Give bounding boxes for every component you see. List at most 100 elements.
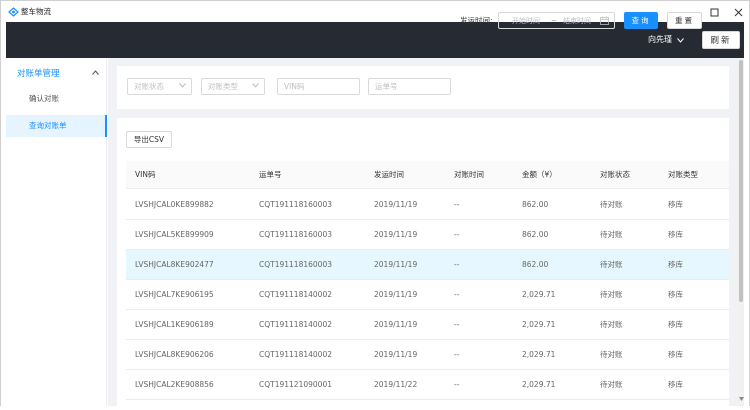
ship-time-label: 发运时间: xyxy=(460,16,493,25)
cell-status: 待对账 xyxy=(600,350,623,359)
table-row[interactable]: LVSHJCAL7KE906195 CQT191118140002 2019/1… xyxy=(126,280,729,310)
sidebar-item-label: 确认对账 xyxy=(29,94,59,103)
cell-amount: 2,029.71 xyxy=(522,320,556,329)
status-select-placeholder: 对账状态 xyxy=(134,82,164,91)
sidebar-item-query-statement[interactable]: 查询对账单 xyxy=(6,115,107,137)
column-header-status: 对账状态 xyxy=(600,170,630,179)
export-csv-button[interactable]: 导出CSV xyxy=(126,131,172,148)
cell-amount: 2,029.71 xyxy=(522,380,556,389)
cell-amount: 2,029.71 xyxy=(522,350,556,359)
cell-status: 待对账 xyxy=(600,230,623,239)
user-name: 向先瑾 xyxy=(648,35,672,44)
type-select[interactable]: 对账类型 xyxy=(201,78,265,95)
cell-waybill: CQT191118160003 xyxy=(259,230,332,239)
sidebar-group-statements[interactable]: 对账单管理 xyxy=(6,66,107,82)
date-range-separator: ~ xyxy=(551,17,557,25)
cell-type: 移库 xyxy=(668,230,683,239)
cell-waybill: CQT191118160003 xyxy=(259,260,332,269)
window-title: 整车物流 xyxy=(21,7,51,16)
cell-waybill: CQT191118160003 xyxy=(259,200,332,209)
cell-ship-time: 2019/11/19 xyxy=(374,320,418,329)
waybill-input-placeholder: 运单号 xyxy=(375,82,398,91)
column-header-vin: VIN码 xyxy=(135,170,156,179)
cell-ship-time: 2019/11/19 xyxy=(374,200,418,209)
scrollbar-thumb[interactable] xyxy=(739,60,743,302)
chevron-down-icon xyxy=(677,37,684,43)
cell-amount: 862.00 xyxy=(522,260,549,269)
cell-vin: LVSHJCAL8KE906206 xyxy=(135,350,214,359)
cell-amount: 862.00 xyxy=(522,230,549,239)
cell-reconcile-time: -- xyxy=(454,380,460,389)
column-header-waybill: 运单号 xyxy=(259,170,282,179)
column-header-reconcile-time: 对账时间 xyxy=(454,170,484,179)
table-row[interactable]: LVSHJCAL2KE908856 CQT191121090001 2019/1… xyxy=(126,370,729,400)
column-header-ship-time: 发运时间 xyxy=(374,170,404,179)
cell-status: 待对账 xyxy=(600,290,623,299)
cell-vin: LVSHJCAL7KE906195 xyxy=(135,290,214,299)
cell-type: 移库 xyxy=(668,200,683,209)
cell-status: 待对账 xyxy=(600,260,623,269)
close-button[interactable] xyxy=(727,5,749,19)
cell-type: 移库 xyxy=(668,380,683,389)
reset-button[interactable]: 重置 xyxy=(667,12,702,29)
sidebar-item-label: 查询对账单 xyxy=(29,121,67,130)
cell-reconcile-time: -- xyxy=(454,200,460,209)
query-button[interactable]: 查询 xyxy=(624,12,658,29)
table-row-highlighted[interactable]: LVSHJCAL8KE902477 CQT191118160003 2019/1… xyxy=(126,250,729,280)
table-row[interactable]: LVSHJCAL5KE899909 CQT191118160003 2019/1… xyxy=(126,220,729,250)
cell-vin: LVSHJCAL8KE902477 xyxy=(135,260,214,269)
table-row[interactable]: LVSHJCAL0KE899882 CQT191118160003 2019/1… xyxy=(126,190,729,220)
table-row[interactable]: LVSHJCAL8KE906206 CQT191118140002 2019/1… xyxy=(126,340,729,370)
maximize-icon xyxy=(710,8,718,16)
cell-ship-time: 2019/11/22 xyxy=(374,380,418,389)
cell-type: 移库 xyxy=(668,290,683,299)
cell-amount: 862.00 xyxy=(522,200,549,209)
cell-ship-time: 2019/11/19 xyxy=(374,230,418,239)
ship-date-range-picker[interactable]: 开始时间 ~ 结束时间 xyxy=(498,12,615,29)
cell-reconcile-time: -- xyxy=(454,260,460,269)
cell-ship-time: 2019/11/19 xyxy=(374,290,418,299)
sidebar: 对账单管理 确认对账 查询对账单 xyxy=(6,58,107,410)
cell-status: 待对账 xyxy=(600,320,623,329)
vin-input[interactable]: VIN码 xyxy=(277,78,360,95)
cell-reconcile-time: -- xyxy=(454,350,460,359)
chevron-up-icon xyxy=(92,70,99,75)
calendar-icon xyxy=(600,16,609,25)
filter-bar: 对账状态 对账类型 VIN码 运单号 xyxy=(117,66,729,109)
cell-vin: LVSHJCAL5KE899909 xyxy=(135,230,214,239)
end-date-placeholder: 结束时间 xyxy=(563,17,591,25)
start-date-placeholder: 开始时间 xyxy=(512,17,540,25)
close-icon xyxy=(734,8,742,16)
table-header: VIN码 运单号 发运时间 对账时间 金额（¥） 对账状态 对账类型 xyxy=(126,161,729,189)
vin-input-placeholder: VIN码 xyxy=(284,82,305,91)
status-select[interactable]: 对账状态 xyxy=(127,78,192,95)
cell-type: 移库 xyxy=(668,320,683,329)
cell-waybill: CQT191118140002 xyxy=(259,350,332,359)
cell-vin: LVSHJCAL1KE906189 xyxy=(135,320,214,329)
sidebar-group-label: 对账单管理 xyxy=(17,69,60,79)
user-menu[interactable]: 向先瑾 xyxy=(648,35,684,45)
cell-type: 移库 xyxy=(668,260,683,269)
cell-reconcile-time: -- xyxy=(454,230,460,239)
cell-ship-time: 2019/11/19 xyxy=(374,350,418,359)
column-header-amount: 金额（¥） xyxy=(522,170,557,179)
cell-vin: LVSHJCAL2KE908856 xyxy=(135,380,214,389)
waybill-input[interactable]: 运单号 xyxy=(368,78,451,95)
app-logo-icon xyxy=(8,7,19,17)
cell-waybill: CQT191121090001 xyxy=(259,380,332,389)
table-row[interactable]: LVSHJCAL1KE906189 CQT191118140002 2019/1… xyxy=(126,310,729,340)
sidebar-item-confirm-statement[interactable]: 确认对账 xyxy=(6,88,107,110)
cell-status: 待对账 xyxy=(600,200,623,209)
maximize-button[interactable] xyxy=(703,5,725,19)
type-select-placeholder: 对账类型 xyxy=(208,82,238,91)
window-frame-right xyxy=(744,22,750,410)
window-frame-bottom xyxy=(0,406,750,410)
cell-status: 待对账 xyxy=(600,380,623,389)
refresh-button[interactable]: 刷新 xyxy=(702,31,740,49)
cell-reconcile-time: -- xyxy=(454,320,460,329)
column-header-type: 对账类型 xyxy=(668,170,698,179)
cell-vin: LVSHJCAL0KE899882 xyxy=(135,200,214,209)
chevron-down-icon xyxy=(179,83,186,88)
cell-waybill: CQT191118140002 xyxy=(259,320,332,329)
cell-type: 移库 xyxy=(668,350,683,359)
